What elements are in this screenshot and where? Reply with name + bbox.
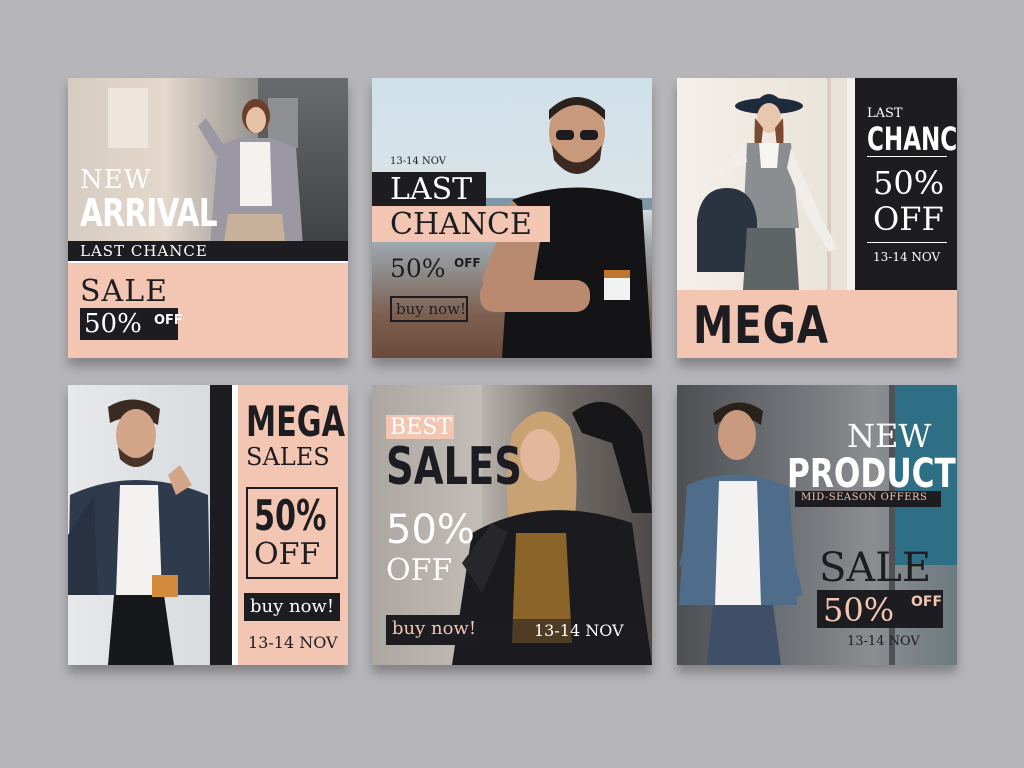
- off-label: OFF: [154, 313, 183, 328]
- date-label: 13-14 NOV: [847, 634, 920, 649]
- chance-label: CHANCE: [867, 120, 957, 158]
- last-label: LAST: [867, 106, 903, 121]
- post-mega-sales: LAST CHANCE 50% OFF 13-14 NOV MEGA SALES: [677, 78, 957, 358]
- off-label: OFF: [911, 594, 943, 610]
- buy-now-label: buy now!: [396, 300, 467, 318]
- percent-value: 50%: [386, 507, 475, 553]
- off-label: OFF: [873, 200, 944, 238]
- woman-hat-handbag-photo: [677, 78, 847, 290]
- divider-bottom: [867, 242, 947, 243]
- post-new-arrival: NEW ARRIVAL LAST CHANCE SALE 50% OFF: [68, 78, 348, 358]
- white-gap: [847, 78, 855, 290]
- sale-label: SALE: [80, 274, 169, 309]
- post-new-products: NEW PRODUCTS MID-SEASON OFFERS SALE 50% …: [677, 385, 957, 665]
- headline-new: NEW: [847, 417, 932, 455]
- man-denim-jacket-photo: [68, 385, 210, 665]
- percent-value: 50%: [873, 164, 945, 202]
- headline-sales: SALES: [246, 443, 330, 471]
- mid-season-label: MID-SEASON OFFERS: [801, 492, 928, 503]
- post-mega-sales-denim: MEGA SALES 50% OFF buy now! 13-14 NOV: [68, 385, 348, 665]
- percent-value: 50%: [823, 591, 895, 629]
- off-label: OFF: [454, 256, 481, 270]
- date-small: 13-14 NOV: [390, 156, 447, 167]
- percent-value: 50%: [390, 254, 446, 283]
- headline-mega-sales: MEGA SALES: [693, 296, 839, 358]
- buy-now-label: buy now!: [250, 596, 335, 617]
- percent-value: 50%: [254, 491, 327, 540]
- headline-last: LAST: [390, 172, 473, 207]
- headline-arrival: ARRIVAL: [80, 191, 218, 235]
- divider-top: [867, 156, 947, 157]
- thin-white-line: [68, 261, 348, 263]
- off-label: OFF: [254, 537, 321, 572]
- headline-sales: SALES: [386, 437, 523, 497]
- buy-now-label: buy now!: [392, 618, 477, 639]
- headline-chance: CHANCE: [390, 207, 532, 242]
- sale-label: SALE: [819, 545, 932, 591]
- dark-stripe: [210, 385, 232, 665]
- post-last-chance: 13-14 NOV LAST CHANCE 50% OFF buy now!: [372, 78, 652, 358]
- headline-mega: MEGA: [246, 397, 345, 446]
- post-best-sales: BEST SALES 50% OFF buy now! 13-14 NOV: [372, 385, 652, 665]
- off-label: OFF: [386, 553, 453, 588]
- date-label: 13-14 NOV: [534, 621, 624, 640]
- date-label: 13-14 NOV: [873, 250, 941, 264]
- date-label: 13-14 NOV: [248, 633, 338, 652]
- last-chance-label: LAST CHANCE: [80, 242, 208, 260]
- percent-value: 50%: [84, 309, 142, 339]
